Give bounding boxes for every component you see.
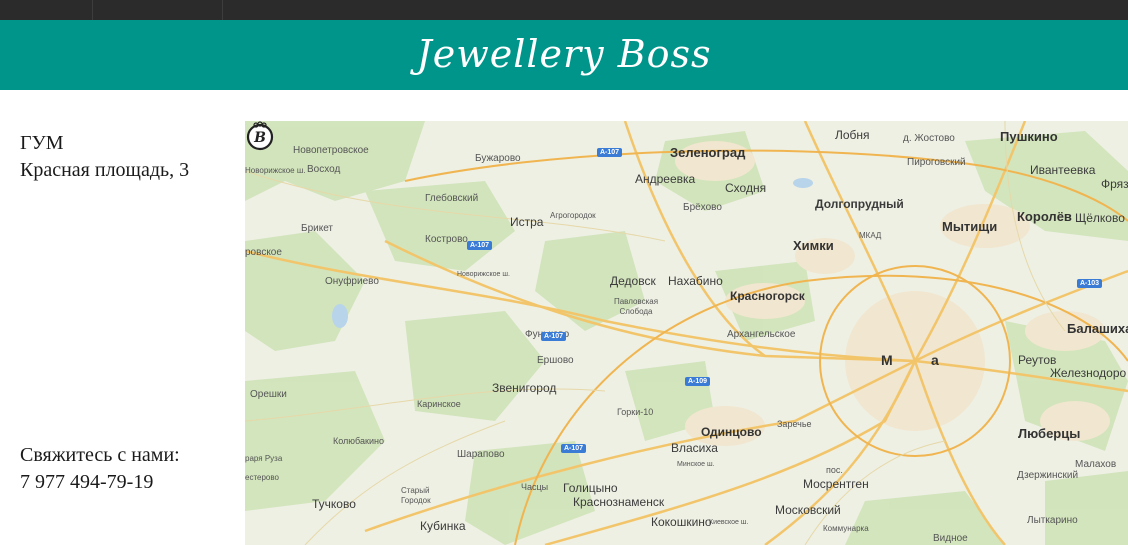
- map-label: Брикет: [301, 223, 334, 234]
- map-label: Восход: [307, 164, 341, 175]
- highway-shield: A-107: [597, 148, 623, 157]
- map-label: естерово: [245, 473, 279, 482]
- map-label: д. Жостово: [903, 133, 955, 144]
- map-label: Минское ш.: [677, 461, 715, 468]
- map-label: Лыткарино: [1027, 515, 1078, 526]
- map-label: Малахов: [1075, 459, 1117, 470]
- map-label: Кокошкино: [651, 515, 712, 529]
- map-label: Орешки: [250, 389, 287, 400]
- map-label: Брёхово: [683, 202, 722, 213]
- brand-logo[interactable]: Jewellery Boss: [0, 20, 1128, 90]
- highway-shield: A-109: [685, 377, 711, 386]
- map-label: Истра: [510, 215, 544, 229]
- map-label: Долгопрудный: [815, 197, 904, 211]
- map-label: Часцы: [521, 482, 549, 492]
- map-label: Андреевка: [635, 172, 696, 186]
- map-label: Лобня: [835, 128, 870, 142]
- store-name: ГУМ: [20, 132, 64, 154]
- map-label: Балашиха: [1067, 321, 1128, 336]
- map-label: раря Руза: [245, 454, 283, 463]
- map-label: Киевское ш.: [709, 519, 749, 526]
- map-label: Кострово: [425, 234, 468, 245]
- site-header: Jewellery Boss: [0, 20, 1128, 90]
- top-bar-segment: [92, 0, 213, 20]
- map-label: Шарапово: [457, 449, 505, 460]
- map-label: Заречье: [777, 419, 812, 429]
- map-label: Королёв: [1017, 209, 1072, 224]
- map-label: Бужарово: [475, 153, 521, 164]
- highway-shield: A-107: [467, 241, 493, 250]
- map-label: М: [881, 352, 893, 368]
- map-label: Мытищи: [942, 219, 998, 234]
- map-label: Новорижское ш.: [245, 166, 306, 175]
- map-label: Реутов: [1018, 353, 1057, 367]
- map-label: Ивантеевка: [1030, 163, 1096, 177]
- highway-shield: A-107: [561, 444, 587, 453]
- map-label: Старый Городок: [401, 486, 431, 505]
- map-label: Онуфриево: [325, 276, 379, 287]
- map-label: Нахабино: [668, 274, 723, 288]
- map-label: Павловская Слобода: [613, 297, 659, 316]
- map-label: Мосрентген: [803, 477, 869, 491]
- map-label: Власиха: [671, 441, 718, 455]
- contact-block: Свяжитесь с нами: 7 977 494-79-19: [20, 442, 180, 496]
- map-label: Коммунарка: [823, 524, 869, 533]
- map-label: Видное: [933, 533, 968, 544]
- map-label: Красногорск: [730, 289, 805, 303]
- highway-shield: A-103: [1077, 279, 1103, 288]
- map-label: Дзержинский: [1017, 470, 1079, 481]
- store-address: Красная площадь, 3: [20, 159, 190, 181]
- map-label: Дедовск: [610, 274, 656, 288]
- map-label: Агрогородок: [550, 211, 596, 220]
- map-label: Новопетровское: [293, 145, 369, 156]
- map-label: Московский: [775, 503, 841, 517]
- map-label: Сходня: [725, 181, 767, 195]
- map-label: Кубинка: [420, 519, 466, 533]
- marker-letter: B: [253, 130, 266, 146]
- map-view[interactable]: Новопетровское Бужарово Зеленоград Лобня…: [245, 121, 1128, 545]
- map-label: Ершово: [537, 355, 574, 366]
- map-label: ровское: [245, 247, 282, 258]
- map-label: Люберцы: [1018, 426, 1081, 441]
- map-label: Одинцово: [701, 425, 762, 439]
- top-bar-segment: [222, 0, 227, 20]
- map-label: Щёлково: [1075, 211, 1125, 225]
- map-label: Новорижское ш.: [457, 271, 510, 278]
- map-label: Железнодоро: [1050, 366, 1127, 380]
- map-label: Краснознаменск: [573, 495, 665, 509]
- map-label: Горки-10: [617, 407, 654, 417]
- store-location-pin-icon[interactable]: B: [245, 121, 275, 151]
- map-label: Каринское: [417, 399, 461, 409]
- map-label: Тучково: [312, 497, 356, 511]
- contact-phone[interactable]: 7 977 494-79-19: [20, 469, 180, 496]
- map-label: а: [931, 352, 939, 368]
- map-label: Химки: [793, 238, 834, 253]
- map-label: Пироговский: [907, 157, 966, 168]
- map-label: пос.: [826, 465, 843, 475]
- contact-label: Свяжитесь с нами:: [20, 444, 180, 466]
- map-label: Голицыно: [563, 481, 618, 495]
- map-label: Пушкино: [1000, 129, 1058, 144]
- browser-top-bar: [0, 0, 1128, 20]
- map-label: Глебовский: [425, 193, 479, 204]
- map-label: Зеленоград: [670, 145, 746, 160]
- highway-shield: A-107: [541, 332, 567, 341]
- map-label: Архангельское: [727, 329, 796, 340]
- map-label: МКАД: [859, 231, 882, 240]
- store-info: ГУМ Красная площадь, 3 Свяжитесь с нами:…: [20, 130, 240, 545]
- map-label: Фряз: [1101, 177, 1128, 191]
- map-label: Колюбакино: [333, 436, 384, 446]
- map-label: Звенигород: [492, 381, 557, 395]
